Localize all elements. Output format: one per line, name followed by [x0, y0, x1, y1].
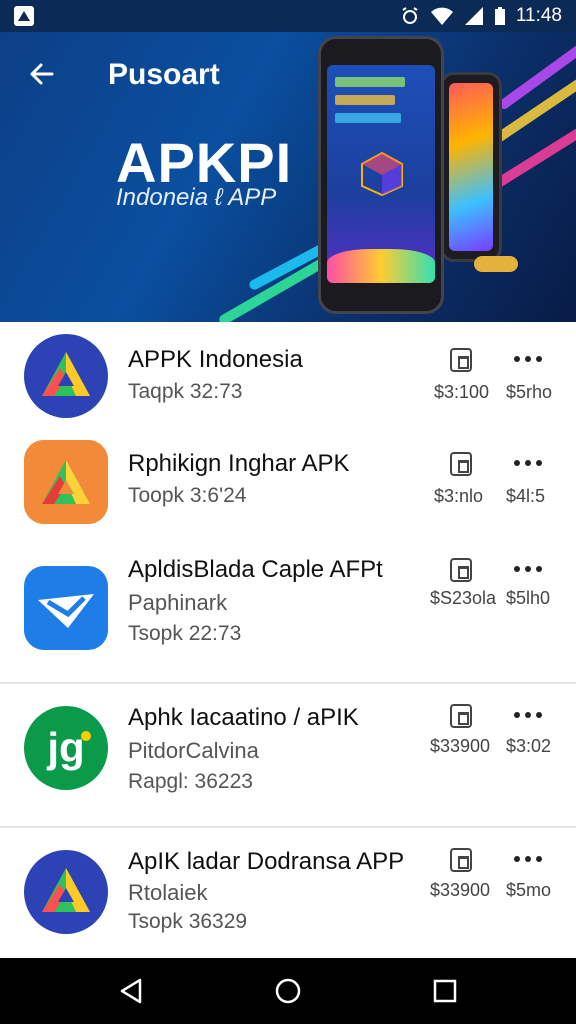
app-name: ApIK ladar Dodransa APP: [128, 848, 405, 875]
app-subtitle: Rtolaiek: [128, 880, 208, 905]
list-item[interactable]: ApIK ladar Dodransa APP Rtolaiek Tsopk 3…: [0, 828, 576, 958]
more-options-icon[interactable]: [514, 712, 542, 720]
app-meta: Tsopk 36329: [128, 910, 248, 933]
app-name: APPK Indonesia: [128, 346, 303, 373]
app-alt-price: $5rho: [506, 382, 553, 402]
home-circle-icon[interactable]: [273, 976, 303, 1006]
app-icon-delta: [24, 334, 108, 418]
alarm-icon: [402, 7, 418, 24]
more-options-icon[interactable]: [514, 356, 542, 364]
app-alt-price: $3:02: [506, 736, 552, 756]
battery-icon: [494, 7, 505, 25]
app-name: Aphk Iacaatino / aPIK: [128, 704, 359, 731]
app-meta: Tsopk 22:73: [128, 622, 242, 645]
status-time: 11:48: [515, 5, 562, 26]
signal-icon: [464, 7, 483, 25]
wifi-icon: [430, 7, 453, 25]
more-options-icon[interactable]: [514, 856, 542, 864]
app-alt-price: $4l:5: [506, 486, 546, 506]
app-price: $33900: [430, 736, 491, 756]
app-meta: Toopk 3:6'24: [128, 484, 247, 507]
app-alt-price: $5mo: [506, 880, 552, 900]
recents-square-icon[interactable]: [430, 976, 460, 1006]
app-subtitle: Paphinark: [128, 590, 228, 615]
cube-graphic-icon: [361, 151, 403, 197]
app-name: Rphikign Inghar APK: [128, 450, 350, 477]
download-icon[interactable]: [450, 704, 472, 728]
app-price: $S23ola: [430, 588, 497, 608]
svg-text:jg: jg: [46, 724, 84, 771]
more-options-icon[interactable]: [514, 460, 542, 468]
navigation-bar: [0, 958, 576, 1024]
app-meta: Rapgl: 36223: [128, 770, 253, 793]
app-icon-paper-plane: [24, 566, 108, 650]
list-item[interactable]: ApldisBlada Caple AFPt Paphinark Tsopk 2…: [0, 530, 576, 682]
app-notification-icon: [14, 6, 34, 26]
status-bar: 11:48: [0, 0, 576, 32]
back-arrow-icon[interactable]: [26, 58, 58, 90]
download-icon[interactable]: [450, 558, 472, 582]
list-item[interactable]: jg Aphk Iacaatino / aPIK PitdorCalvina R…: [0, 684, 576, 826]
phone-illustration-back: [440, 72, 502, 262]
app-name: ApldisBlada Caple AFPt: [128, 556, 383, 583]
screen-title: Pusoart: [108, 58, 220, 91]
phone-illustration-front: [318, 36, 444, 314]
list-item[interactable]: APPK Indonesia Taqpk 32:73 $3:100 $5rho: [0, 322, 576, 426]
download-icon[interactable]: [450, 848, 472, 872]
app-price: $33900: [430, 880, 491, 900]
more-options-icon[interactable]: [514, 566, 542, 574]
app-alt-price: $5lh0: [506, 588, 551, 608]
download-icon[interactable]: [450, 452, 472, 476]
app-subtitle: PitdorCalvina: [128, 738, 259, 763]
app-meta: Taqpk 32:73: [128, 380, 243, 403]
app-icon-jg: jg: [24, 706, 108, 790]
phone-stand: [474, 256, 518, 272]
app-icon-delta: [24, 850, 108, 934]
app-price: $3:nlo: [434, 486, 484, 506]
brand-subtitle: Indoneia ℓ APP: [116, 184, 277, 211]
list-item[interactable]: Rphikign Inghar APK Toopk 3:6'24 $3:nlo …: [0, 426, 576, 530]
app-icon-delta-orange: [24, 440, 108, 524]
back-triangle-icon[interactable]: [116, 976, 146, 1006]
app-price: $3:100: [434, 382, 490, 402]
header-banner: Pusoart APKPI Indoneia ℓ APP: [0, 32, 576, 322]
download-icon[interactable]: [450, 348, 472, 372]
